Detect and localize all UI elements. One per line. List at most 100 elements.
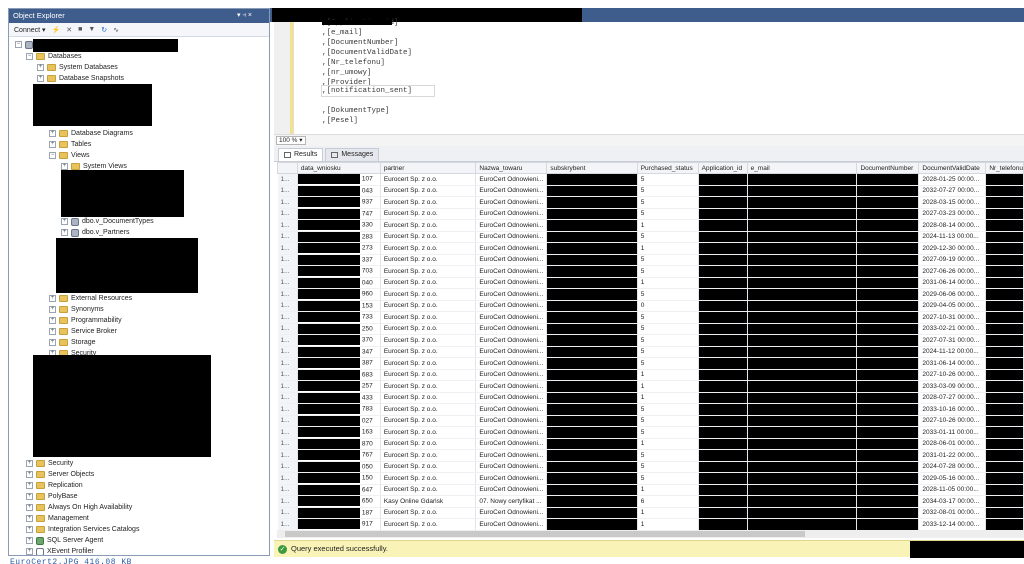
cell-subskrybent-redacted[interactable]	[546, 495, 638, 508]
cell-purchased-status[interactable]: 5	[637, 311, 699, 324]
cell-email-redacted[interactable]	[747, 265, 858, 278]
cell-partner[interactable]: Eurocert Sp. z o.o.	[380, 242, 477, 255]
cell-partner[interactable]: Eurocert Sp. z o.o.	[380, 311, 477, 324]
cell-email-redacted[interactable]	[747, 415, 858, 427]
panel-controls[interactable]: ▾ ⫞ ×	[237, 9, 252, 23]
cell-data-wniosku[interactable]: 043	[297, 185, 381, 197]
column-header[interactable]: DocumentNumber	[856, 162, 920, 174]
cell-document-number-redacted[interactable]	[856, 311, 920, 324]
cell-partner[interactable]: Eurocert Sp. z o.o.	[380, 518, 477, 530]
activity-icon[interactable]: ∿	[113, 26, 119, 34]
cell-application-id-redacted[interactable]	[698, 242, 748, 255]
table-row[interactable]: 1... 150 Eurocert Sp. z o.o. EuroCert Odnow…	[277, 472, 1024, 485]
tab-messages[interactable]: Messages	[325, 148, 380, 161]
cell-email-redacted[interactable]	[747, 461, 858, 473]
code-line[interactable]: ,[nr_umowy]	[322, 68, 372, 78]
cell-nr-telefonu-redacted[interactable]	[985, 346, 1024, 358]
table-row[interactable]: 1... 107 Eurocert Sp. z o.o. EuroCert Odnow…	[277, 173, 1024, 186]
cell-nr-telefonu-redacted[interactable]	[985, 461, 1024, 473]
cell-nazwa-towaru[interactable]: EuroCert Odnowieni...	[475, 265, 548, 278]
cell-nr-telefonu-redacted[interactable]	[985, 415, 1024, 427]
cell-application-id-redacted[interactable]	[698, 300, 748, 312]
row-number[interactable]: 1...	[277, 449, 298, 462]
cell-subskrybent-redacted[interactable]	[546, 415, 638, 427]
cell-data-wniosku[interactable]: 870	[297, 438, 381, 450]
cell-nr-telefonu-redacted[interactable]	[985, 334, 1024, 347]
cell-email-redacted[interactable]	[747, 426, 858, 439]
cell-email-redacted[interactable]	[747, 449, 858, 462]
tree-node-view-partners[interactable]: + dbo.v_Partners	[61, 227, 129, 238]
row-number[interactable]: 1...	[277, 346, 298, 358]
cell-subskrybent-redacted[interactable]	[546, 403, 638, 416]
row-number[interactable]: 1...	[277, 265, 298, 278]
row-number[interactable]: 1...	[277, 461, 298, 473]
cell-application-id-redacted[interactable]	[698, 357, 748, 370]
cell-document-valid-date[interactable]: 2032-07-27 00:00...	[918, 185, 987, 197]
cell-document-number-redacted[interactable]	[856, 254, 920, 266]
cell-document-number-redacted[interactable]	[856, 219, 920, 232]
cell-nazwa-towaru[interactable]: EuroCert Odnowieni...	[475, 380, 548, 393]
stop-icon[interactable]: ■	[78, 26, 82, 33]
cell-subskrybent-redacted[interactable]	[546, 392, 638, 404]
cell-data-wniosku[interactable]: 960	[297, 288, 381, 301]
cell-nr-telefonu-redacted[interactable]	[985, 472, 1024, 485]
cell-partner[interactable]: Eurocert Sp. z o.o.	[380, 484, 477, 496]
collapse-icon[interactable]: −	[15, 41, 22, 48]
cell-email-redacted[interactable]	[747, 334, 858, 347]
cell-document-valid-date[interactable]: 2031-06-14 00:00...	[918, 277, 987, 289]
cell-data-wniosku[interactable]: 337	[297, 254, 381, 266]
table-row[interactable]: 1... 040 Eurocert Sp. z o.o. EuroCert Odnow…	[277, 277, 1024, 289]
table-row[interactable]: 1... 647 Eurocert Sp. z o.o. EuroCert Odnow…	[277, 484, 1024, 496]
table-row[interactable]: 1... 163 Eurocert Sp. z o.o. EuroCert Odnow…	[277, 426, 1024, 439]
row-number[interactable]: 1...	[277, 438, 298, 450]
cell-email-redacted[interactable]	[747, 242, 858, 255]
collapse-icon[interactable]: −	[49, 152, 56, 159]
cell-subskrybent-redacted[interactable]	[546, 173, 638, 186]
cell-document-valid-date[interactable]: 2027-09-19 00:00...	[918, 254, 987, 266]
row-number[interactable]: 1...	[277, 380, 298, 393]
cell-application-id-redacted[interactable]	[698, 311, 748, 324]
cell-subskrybent-redacted[interactable]	[546, 300, 638, 312]
query-editor[interactable]: ,[Application_id] ,[e_mail] ,[DocumentNu…	[274, 19, 1024, 134]
cell-subskrybent-redacted[interactable]	[546, 518, 638, 530]
row-number[interactable]: 1...	[277, 369, 298, 381]
cell-partner[interactable]: Eurocert Sp. z o.o.	[380, 323, 477, 335]
table-row[interactable]: 1... 960 Eurocert Sp. z o.o. EuroCert Odnow…	[277, 288, 1024, 301]
column-header[interactable]: Purchased_status	[636, 162, 699, 174]
cell-purchased-status[interactable]: 5	[637, 288, 699, 301]
code-line[interactable]: ,[DokumentType]	[322, 106, 390, 116]
cell-nr-telefonu-redacted[interactable]	[985, 323, 1024, 335]
cell-purchased-status[interactable]: 5	[637, 357, 699, 370]
cell-data-wniosku[interactable]: 370	[297, 334, 381, 347]
cell-email-redacted[interactable]	[747, 507, 858, 519]
cell-document-valid-date[interactable]: 2024-11-12 00:00...	[918, 346, 987, 358]
cell-subskrybent-redacted[interactable]	[546, 426, 638, 439]
cell-partner[interactable]: Eurocert Sp. z o.o.	[380, 185, 477, 197]
table-row[interactable]: 1... 747 Eurocert Sp. z o.o. EuroCert Odnow…	[277, 208, 1024, 220]
tree-node-programmability[interactable]: + Programmability	[49, 315, 122, 326]
cell-application-id-redacted[interactable]	[698, 415, 748, 427]
tree-node-system-databases[interactable]: + System Databases	[37, 62, 118, 73]
cell-data-wniosku[interactable]: 283	[297, 231, 381, 243]
row-number[interactable]: 1...	[277, 403, 298, 416]
cell-partner[interactable]: Eurocert Sp. z o.o.	[380, 449, 477, 462]
cell-document-number-redacted[interactable]	[856, 392, 920, 404]
cell-nazwa-towaru[interactable]: EuroCert Odnowieni...	[475, 185, 548, 197]
cell-application-id-redacted[interactable]	[698, 173, 748, 186]
cell-email-redacted[interactable]	[747, 219, 858, 232]
code-line[interactable]: ,[e_mail]	[322, 28, 363, 38]
row-number[interactable]: 1...	[277, 507, 298, 519]
expand-icon[interactable]: +	[49, 295, 56, 302]
cell-document-number-redacted[interactable]	[856, 323, 920, 335]
cell-document-valid-date[interactable]: 2033-02-21 00:00...	[918, 323, 987, 335]
row-number[interactable]: 1...	[277, 219, 298, 232]
expand-icon[interactable]: +	[37, 75, 44, 82]
cell-nazwa-towaru[interactable]: EuroCert Odnowieni...	[475, 288, 548, 301]
cell-nr-telefonu-redacted[interactable]	[985, 300, 1024, 312]
table-row[interactable]: 1... 250 Eurocert Sp. z o.o. EuroCert Odnow…	[277, 323, 1024, 335]
tree-node-server-objects[interactable]: + Server Objects	[26, 469, 94, 480]
expand-icon[interactable]: +	[49, 328, 56, 335]
cell-document-number-redacted[interactable]	[856, 380, 920, 393]
cell-nazwa-towaru[interactable]: EuroCert Odnowieni...	[475, 323, 548, 335]
connect-button[interactable]: Connect ▾	[14, 26, 46, 34]
